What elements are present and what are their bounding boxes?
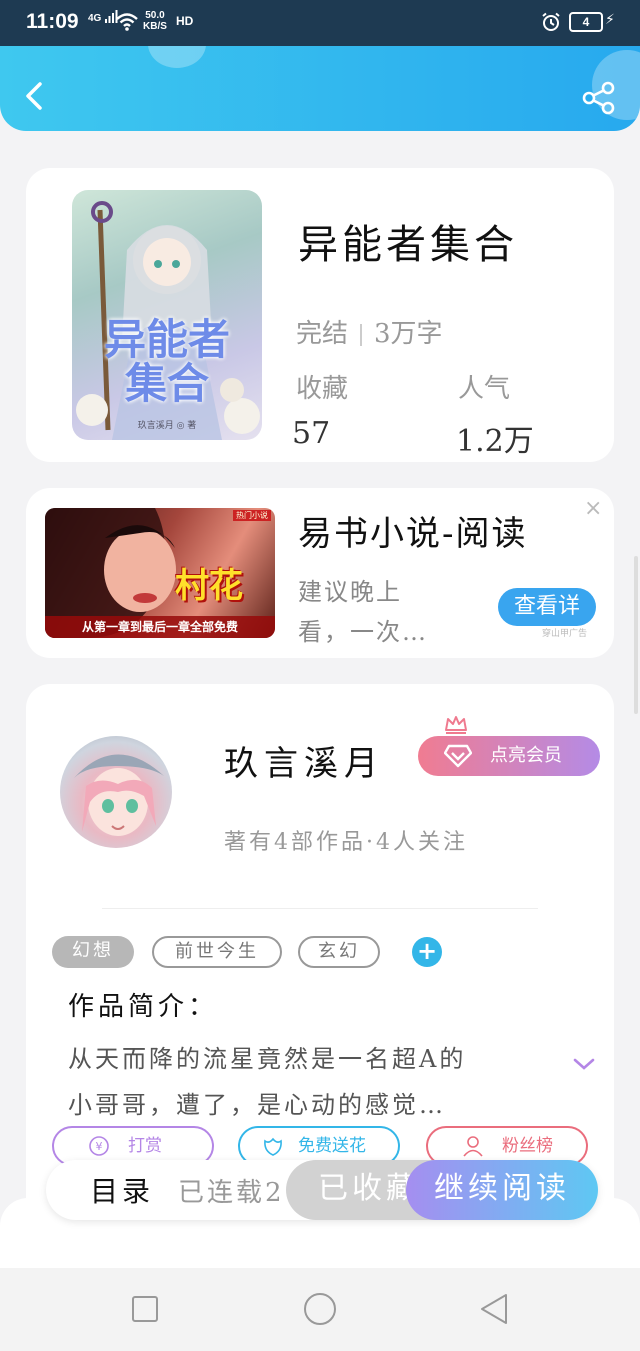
ad-image-tag: 热门小说 [233,510,271,521]
avatar-illustration [74,754,164,836]
intro-text: 从天而降的流星竟然是一名超A的 小哥哥，遭了，是心动的感觉… [68,1036,548,1128]
add-tag-button[interactable]: + [412,937,442,967]
book-status: 完结 [296,319,349,349]
back-button[interactable] [18,78,52,114]
chevron-left-icon [26,82,42,110]
favorites-value: 57 [292,416,331,451]
intro-line: 小哥哥，遭了，是心动的感觉… [68,1091,446,1119]
wifi-icon [116,13,138,31]
ad-view-details-button[interactable]: 查看详 [498,588,596,626]
home-icon[interactable] [302,1291,338,1327]
book-meta: 完结 3万字 [296,313,443,350]
hd-indicator: HD [176,14,194,28]
fans-ranking-label: 粉丝榜 [502,1136,553,1156]
continue-reading-button[interactable]: 继续阅读 [406,1160,598,1220]
author-name[interactable]: 玖言溪月 [224,736,384,785]
ad-title[interactable]: 易书小说-阅读 [298,506,528,555]
tag-fantasy[interactable]: 幻想 [52,936,134,968]
network-indicator: 4G [88,10,118,24]
ad-description: 建议晚上 看，一次… [298,572,488,652]
popularity-value: 1.2万 [456,424,534,459]
divider [102,908,538,909]
book-title: 异能者集合 [298,222,518,268]
charging-icon: ⚡ [605,12,615,28]
cover-author: 玖言溪月 ◎ 著 [137,421,197,431]
reward-label: 打赏 [128,1136,162,1156]
free-flowers-label: 免费送花 [298,1136,366,1156]
ad-card[interactable]: 热门小说 村花 从第一章到最后一章全部免费 易书小说-阅读 建议晚上 看，一次…… [26,488,614,658]
book-cover[interactable]: 异能者 集合 玖言溪月 ◎ 著 [72,190,262,440]
crown-icon [445,716,467,734]
meta-divider [360,324,363,346]
scrollbar[interactable] [634,556,638,714]
activate-vip-button[interactable]: 点亮会员 [418,736,600,776]
status-time: 11:09 [26,10,79,33]
table-of-contents-button[interactable]: 目录 [90,1170,154,1210]
chevron-down-icon[interactable] [572,1056,596,1072]
author-card: 玖言溪月 点亮会员 著有4部作品·4人关注 幻想 前世今生 玄幻 + 作品简介：… [26,684,614,1224]
status-bar: 11:09 4G 50.0 KB/S HD 4 ⚡ [0,0,640,46]
app-header: 11:09 4G 50.0 KB/S HD 4 ⚡ [0,0,640,131]
ad-desc-line2: 看，一次… [298,618,428,646]
system-navigation-bar [0,1268,640,1351]
cover-title-line1: 异能者 [103,315,230,364]
share-button[interactable] [580,80,618,116]
book-word-count: 3万字 [374,319,443,349]
ad-image[interactable]: 热门小说 村花 从第一章到最后一章全部免费 [45,508,275,638]
book-info-card: 异能者 集合 玖言溪月 ◎ 著 异能者集合 完结 3万字 收藏 人气 57 1.2… [26,168,614,462]
intro-line: 从天而降的流星竟然是一名超A的 [68,1045,467,1073]
ad-image-headline: 村花 [175,566,243,606]
network-type: 4G [88,13,102,24]
tag-past-life[interactable]: 前世今生 [152,936,282,968]
svg-text:¥: ¥ [96,1140,103,1153]
diamond-icon [444,744,472,768]
back-nav-icon[interactable] [478,1292,510,1326]
yen-coin-icon: ¥ [89,1136,109,1156]
recent-apps-icon[interactable] [131,1295,159,1323]
author-stats: 著有4部作品·4人关注 [224,830,468,855]
popularity-label: 人气 [458,374,511,404]
tag-xuanhuan[interactable]: 玄幻 [298,936,380,968]
battery-indicator: 4 [569,12,603,32]
vip-button-label: 点亮会员 [490,745,562,766]
author-avatar[interactable] [60,736,172,848]
ad-source: 穿山甲广告 [542,629,588,639]
share-icon [582,81,615,115]
user-icon [463,1136,483,1157]
cover-title-line2: 集合 [124,359,209,408]
ad-close-icon[interactable]: × [584,496,602,521]
flower-icon [264,1137,282,1156]
ad-image-strip: 从第一章到最后一章全部免费 [45,616,275,638]
serial-status: 已连载2 [178,1178,285,1208]
favorites-label: 收藏 [296,374,349,404]
speed-value: 50.0 [145,10,165,21]
network-speed: 50.0 KB/S [143,10,167,32]
alarm-icon [542,12,560,31]
ad-desc-line1: 建议晚上 [298,578,402,606]
intro-heading: 作品简介： [68,992,219,1022]
speed-unit: KB/S [143,21,167,32]
